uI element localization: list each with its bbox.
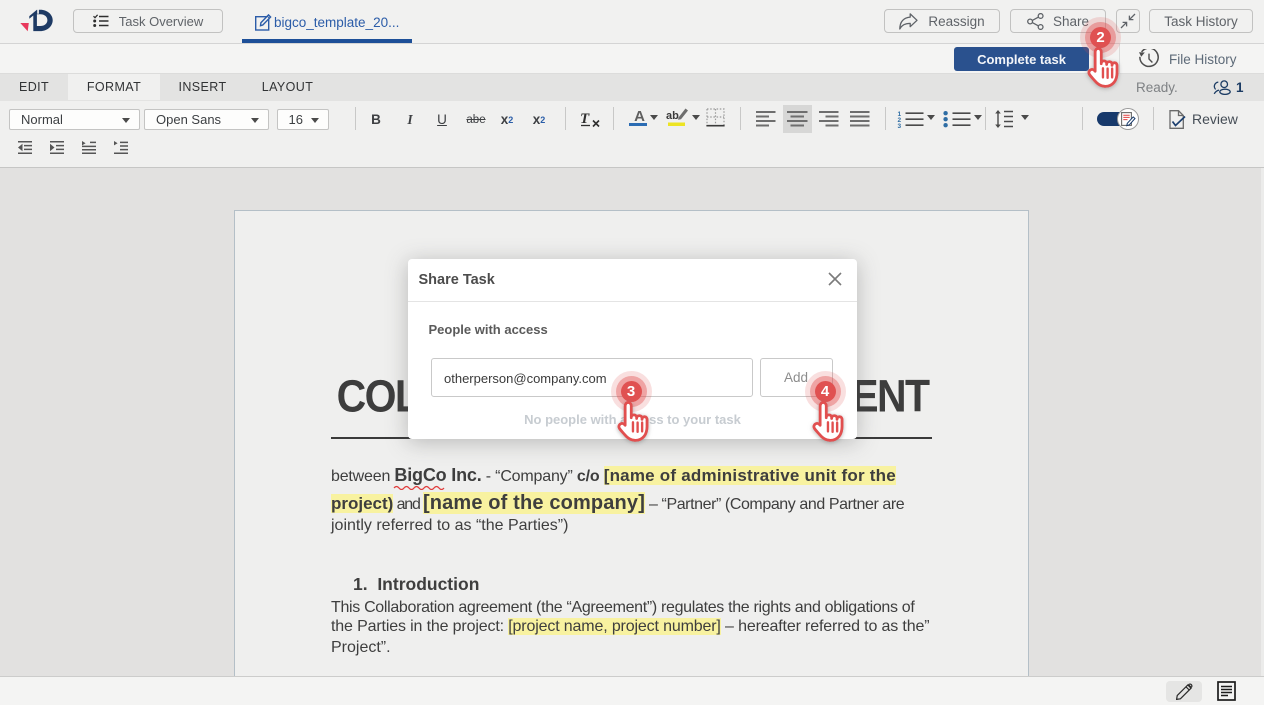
svg-text:ab: ab bbox=[666, 110, 679, 122]
svg-text:3: 3 bbox=[898, 123, 902, 128]
svg-text:T: T bbox=[580, 111, 590, 127]
